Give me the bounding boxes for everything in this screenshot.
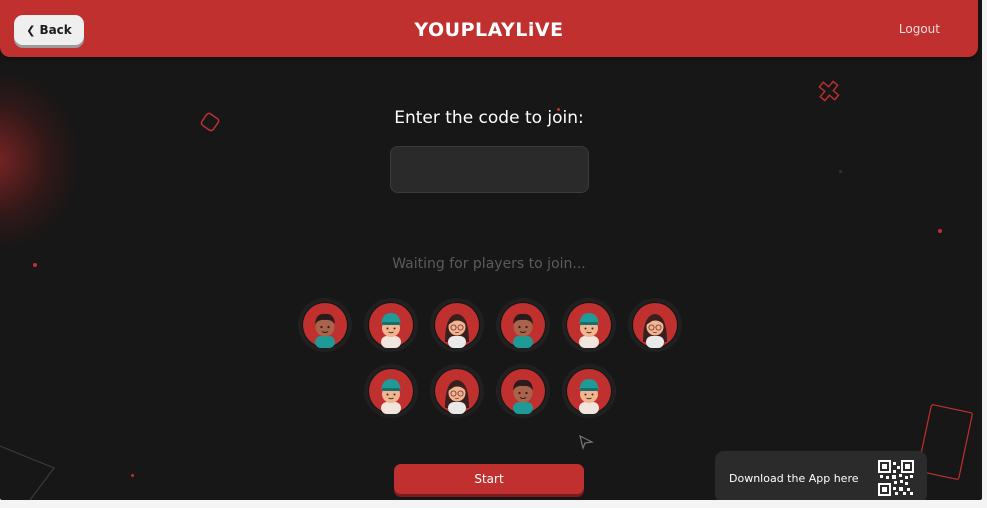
cross-decoration-icon	[818, 80, 840, 102]
dot-decoration	[131, 474, 134, 477]
download-app-panel[interactable]: Download the App here	[715, 451, 927, 500]
download-app-label: Download the App here	[729, 472, 859, 485]
corner-line-decoration-icon	[0, 445, 55, 500]
logout-link[interactable]: Logout	[899, 22, 940, 36]
player-avatar	[368, 302, 414, 348]
join-code-input[interactable]	[390, 146, 589, 193]
background-glow	[0, 70, 80, 250]
player-avatar	[500, 368, 546, 414]
top-bar: ❮ Back YOUPLAYLiVE Logout	[0, 0, 978, 57]
player-avatar	[302, 302, 348, 348]
player-avatar	[434, 368, 480, 414]
dot-decoration	[839, 170, 842, 173]
join-code-heading: Enter the code to join:	[394, 108, 584, 128]
qr-code-icon	[878, 460, 914, 496]
app-logo: YOUPLAYLiVE	[414, 19, 564, 41]
start-button[interactable]: Start	[394, 464, 584, 494]
player-avatar	[368, 368, 414, 414]
player-avatar	[632, 302, 678, 348]
player-avatar	[566, 302, 612, 348]
waiting-status-text: Waiting for players to join...	[392, 256, 586, 272]
pointer-arrow-icon	[578, 434, 594, 454]
player-avatar	[434, 302, 480, 348]
dot-decoration	[938, 229, 942, 233]
game-lobby-screen: ❮ Back YOUPLAYLiVE Logout Enter the code…	[0, 0, 982, 500]
player-avatar	[500, 302, 546, 348]
player-avatar	[566, 368, 612, 414]
